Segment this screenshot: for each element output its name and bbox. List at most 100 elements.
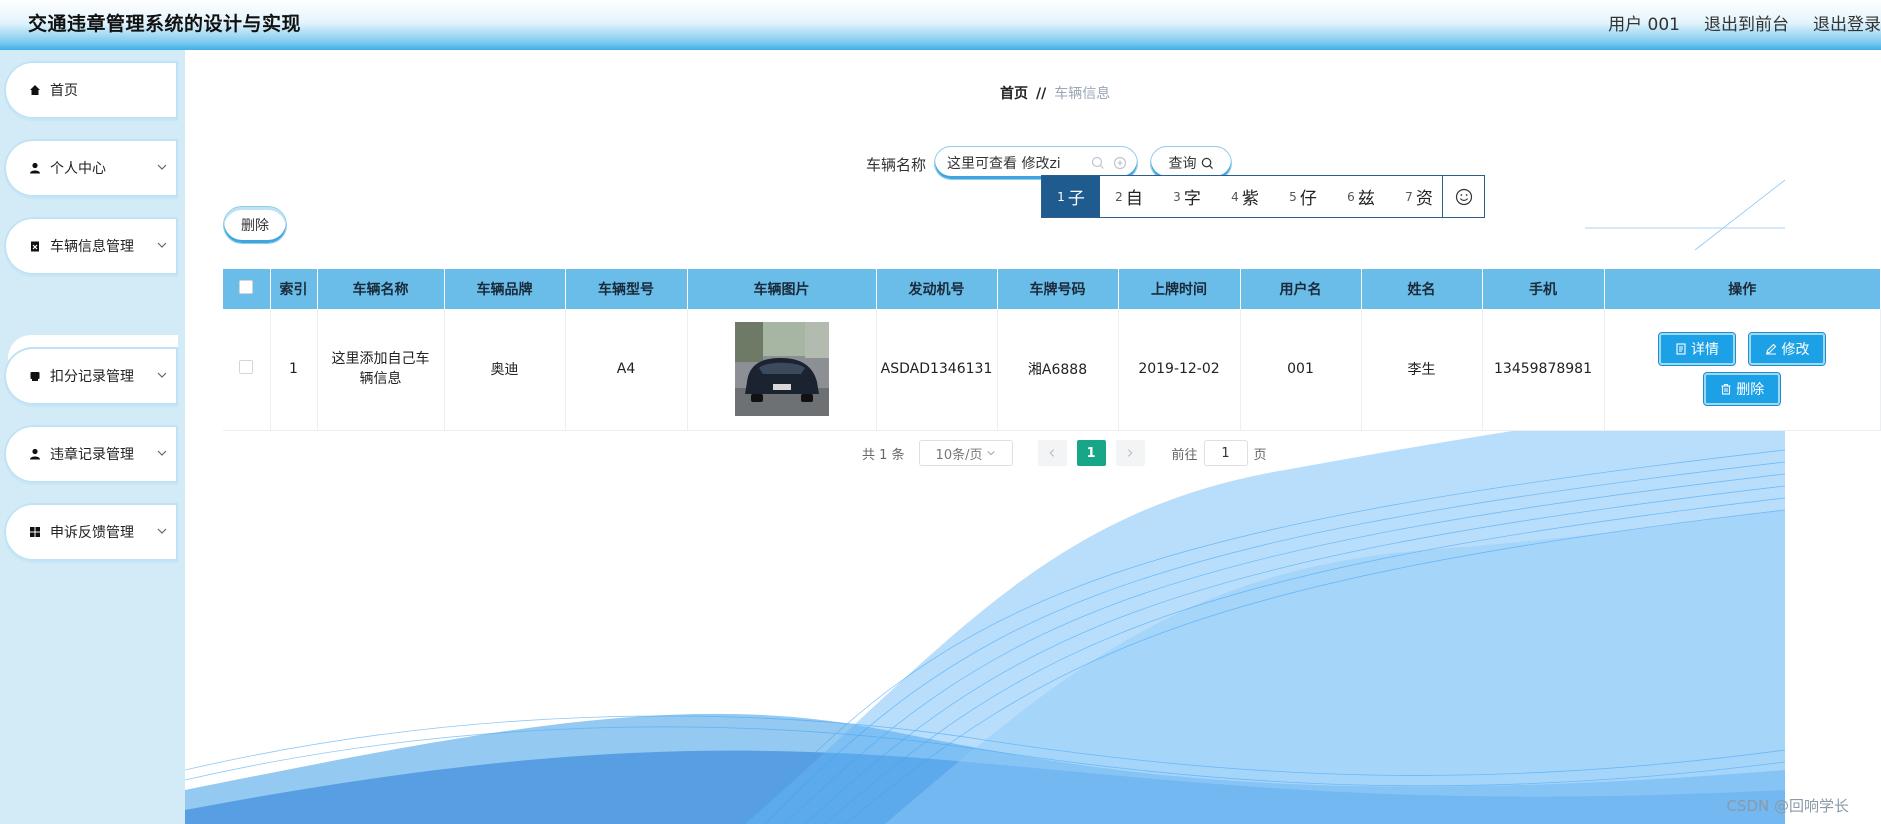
next-page-button[interactable] — [1115, 440, 1145, 466]
sidebar-item-label: 首页 — [50, 83, 78, 99]
home-icon — [28, 83, 42, 97]
watermark: CSDN @回响学长 — [1726, 797, 1849, 815]
user-icon — [28, 161, 42, 175]
cell-username: 001 — [1240, 309, 1362, 431]
cell-actions: 详情 修改 删除 — [1604, 309, 1881, 431]
pagination: 共 1 条 10条/页 1 前往 1 页 — [862, 440, 1267, 466]
cell-index: 1 — [270, 309, 318, 431]
select-all-checkbox[interactable] — [239, 280, 254, 294]
cell-engine-number: ASDAD1346131 — [876, 309, 998, 431]
column-header: 上牌时间 — [1118, 269, 1241, 309]
front-link[interactable]: 退出到前台 — [1704, 10, 1789, 35]
chevron-down-icon — [157, 372, 167, 378]
delete-button-label: 删除 — [1736, 382, 1765, 399]
current-user[interactable]: 用户 001 — [1608, 10, 1680, 35]
ime-candidate[interactable]: 5仔 — [1274, 176, 1332, 217]
sidebar-item-label: 个人中心 — [50, 161, 106, 177]
clear-icon[interactable] — [1113, 156, 1127, 170]
breadcrumb-separator: // — [1036, 86, 1047, 102]
page-size-select[interactable]: 10条/页 — [918, 440, 1013, 466]
cell-model: A4 — [565, 309, 688, 431]
trash-icon — [1721, 384, 1731, 395]
ime-candidate-bar: 1子 2自 3字 4紫 5仔 6兹 7资 — [1041, 175, 1485, 218]
ime-candidate[interactable]: 3字 — [1158, 176, 1216, 217]
column-header: 姓名 — [1361, 269, 1483, 309]
ime-candidate[interactable]: 7资 — [1390, 176, 1448, 217]
sidebar-item-violation-records[interactable]: 违章记录管理 — [4, 425, 178, 483]
pagination-total: 共 1 条 — [862, 447, 905, 463]
select-all-header[interactable] — [223, 269, 271, 309]
cell-registration-date: 2019-12-02 — [1118, 309, 1241, 431]
ime-candidate[interactable]: 4紫 — [1216, 176, 1274, 217]
sidebar-item-deduction-records[interactable]: 扣分记录管理 — [4, 347, 178, 405]
sidebar-item-label: 扣分记录管理 — [50, 369, 134, 385]
cell-plate-number: 湘A6888 — [997, 309, 1119, 431]
ime-candidate[interactable]: 1子 — [1042, 176, 1100, 217]
row-select-cell[interactable] — [223, 309, 271, 431]
clipboard-icon — [28, 239, 42, 253]
column-header: 索引 — [270, 269, 318, 309]
page-size-value: 10条/页 — [935, 447, 983, 463]
cell-phone: 13459878981 — [1482, 309, 1605, 431]
sidebar-item-appeal-feedback[interactable]: 申诉反馈管理 — [4, 503, 178, 561]
sidebar-item-vehicle-management[interactable]: 车辆信息管理 — [4, 217, 178, 275]
detail-button-label: 详情 — [1691, 342, 1720, 359]
vehicle-name-text: 这里添加自己车辆信息 — [331, 351, 430, 388]
goto-label: 前往 — [1171, 447, 1198, 463]
cell-realname: 李生 — [1361, 309, 1483, 431]
table-row: 1 这里添加自己车辆信息 奥迪 A4 ASDAD1346131 湘A6888 2… — [223, 309, 1881, 431]
page-unit-label: 页 — [1253, 447, 1267, 463]
ime-candidate[interactable]: 2自 — [1100, 176, 1158, 217]
sidebar: 首页 个人中心 车辆信息管理 车辆信息 扣分记录管理 违章记录管理 申诉反馈管理 — [0, 50, 185, 824]
column-header: 发动机号 — [876, 269, 998, 309]
column-header: 用户名 — [1240, 269, 1362, 309]
sidebar-item-label: 车辆信息管理 — [50, 239, 134, 255]
chevron-right-icon — [1127, 449, 1133, 457]
search-icon — [1091, 156, 1104, 169]
cell-image — [687, 309, 877, 431]
breadcrumb-home[interactable]: 首页 — [1000, 86, 1028, 102]
sidebar-item-label: 申诉反馈管理 — [50, 525, 134, 541]
delete-button[interactable]: 删除 — [1703, 372, 1782, 407]
emoji-icon[interactable] — [1442, 176, 1484, 217]
column-header: 车辆名称 — [317, 269, 445, 309]
main-content: 首页 // 车辆信息 车辆名称 这里可查看 修改zi 查询 1子 2自 3字 4紫 … — [185, 50, 1881, 824]
app-title: 交通违章管理系统的设计与实现 — [28, 13, 302, 35]
top-header: 交通违章管理系统的设计与实现 用户 001 退出到前台 退出登录 — [0, 0, 1881, 50]
column-header: 车牌号码 — [997, 269, 1119, 309]
query-button-label: 查询 — [1168, 156, 1197, 172]
sidebar-item-home[interactable]: 首页 — [4, 61, 178, 119]
ime-candidate[interactable]: 6兹 — [1332, 176, 1390, 217]
edit-icon — [1766, 343, 1777, 355]
edit-button[interactable]: 修改 — [1748, 332, 1827, 367]
table-header-row: 索引 车辆名称 车辆品牌 车辆型号 车辆图片 发动机号 车牌号码 上牌时间 用户… — [223, 269, 1881, 309]
cell-brand: 奥迪 — [444, 309, 566, 431]
row-checkbox[interactable] — [239, 360, 254, 375]
sidebar-item-label: 违章记录管理 — [50, 447, 134, 463]
chevron-down-icon — [157, 164, 167, 170]
chevron-down-icon — [157, 528, 167, 534]
prev-page-button[interactable] — [1037, 440, 1067, 466]
chevron-down-icon — [157, 450, 167, 456]
header-actions: 用户 001 退出到前台 退出登录 — [1608, 10, 1881, 35]
cell-vehicle-name: 这里添加自己车辆信息 — [317, 309, 445, 431]
chevron-left-icon — [1049, 449, 1055, 457]
page-number-button[interactable]: 1 — [1076, 440, 1106, 466]
vehicle-photo[interactable] — [734, 322, 829, 417]
batch-delete-button[interactable]: 删除 — [223, 206, 287, 244]
user-icon — [28, 447, 42, 461]
printer-icon — [28, 369, 42, 383]
column-header: 车辆图片 — [687, 269, 877, 309]
column-header: 车辆品牌 — [444, 269, 566, 309]
search-label: 车辆名称 — [866, 156, 927, 174]
column-header: 操作 — [1604, 269, 1881, 309]
document-icon — [1676, 343, 1686, 355]
column-header: 手机 — [1482, 269, 1605, 309]
search-input-value: 这里可查看 修改zi — [947, 156, 1061, 172]
logout-link[interactable]: 退出登录 — [1813, 10, 1881, 35]
search-icon — [1201, 157, 1213, 169]
detail-button[interactable]: 详情 — [1658, 332, 1737, 367]
goto-page-input[interactable]: 1 — [1203, 440, 1248, 466]
breadcrumb-current: 车辆信息 — [1054, 86, 1111, 102]
sidebar-item-profile[interactable]: 个人中心 — [4, 139, 178, 197]
